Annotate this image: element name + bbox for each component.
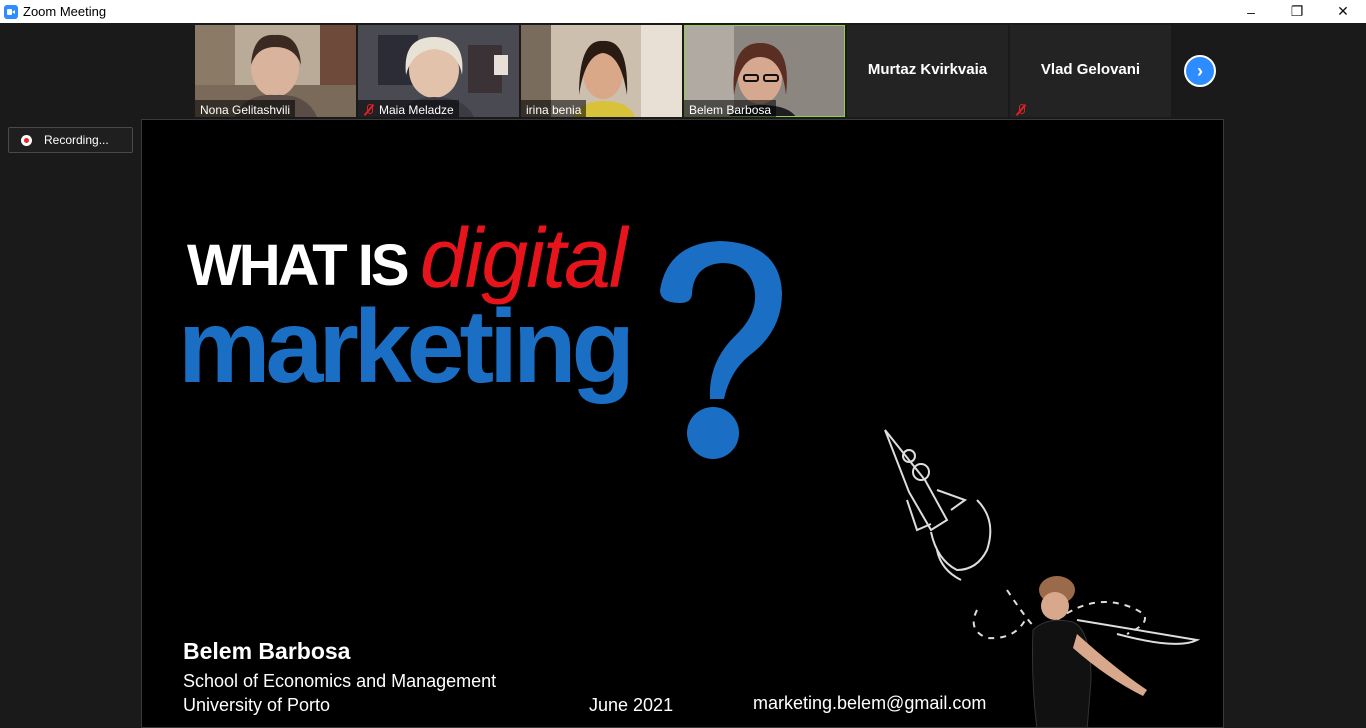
presenter-school: School of Economics and Management <box>183 671 497 691</box>
participant-tile[interactable]: Maia Meladze <box>358 25 519 117</box>
presenter-university: University of Porto <box>183 695 331 715</box>
presenter-name: Belem Barbosa <box>183 638 351 664</box>
slide-headline-marketing: marketing <box>178 289 635 405</box>
participant-name-label: Nona Gelitashvili <box>195 100 296 117</box>
participant-name: Vlad Gelovani <box>1040 61 1141 78</box>
microphone-muted-icon <box>363 103 375 116</box>
microphone-muted-icon <box>1015 103 1027 116</box>
recording-indicator[interactable]: Recording... <box>8 127 133 153</box>
rocket-and-girl-illustration <box>884 429 1201 727</box>
participant-name: Maia Meladze <box>379 102 454 117</box>
participant-tile[interactable]: Murtaz Kvirkvaia <box>847 25 1008 117</box>
presenter-email: marketing.belem@gmail.com <box>753 693 987 713</box>
close-button[interactable]: ✕ <box>1320 0 1366 23</box>
zoom-app-icon <box>4 4 18 19</box>
participant-tile[interactable]: irina benia <box>521 25 682 117</box>
participant-status <box>1010 100 1032 117</box>
window-title: Zoom Meeting <box>23 4 107 19</box>
next-page-button[interactable]: › <box>1184 55 1216 87</box>
presentation-date: June 2021 <box>589 695 674 715</box>
participant-name-label: Belem Barbosa <box>684 100 777 117</box>
minimize-button[interactable]: – <box>1228 0 1274 23</box>
participant-name-label: irina benia <box>521 100 587 117</box>
participant-name: Belem Barbosa <box>689 102 772 117</box>
participant-tile-active-speaker[interactable]: Belem Barbosa <box>684 25 845 117</box>
participant-name: irina benia <box>526 102 582 117</box>
participant-name: Nona Gelitashvili <box>200 102 291 117</box>
participant-tile[interactable]: Vlad Gelovani <box>1010 25 1171 117</box>
recording-label: Recording... <box>44 133 109 147</box>
participant-tile[interactable]: Nona Gelitashvili <box>195 25 356 117</box>
participant-gallery: Nona Gelitashvili Maia Meladze irina ben… <box>0 23 1366 119</box>
record-icon <box>21 134 32 146</box>
question-mark-graphic <box>660 241 782 459</box>
shared-screen-slide: WHAT IS digital marketing Belem Barbosa … <box>141 119 1224 728</box>
restore-button[interactable]: ❐ <box>1274 0 1320 23</box>
participant-name-label: Maia Meladze <box>358 100 459 117</box>
chevron-right-icon: › <box>1197 60 1203 81</box>
window-titlebar: Zoom Meeting – ❐ ✕ <box>0 0 1366 23</box>
participant-name: Murtaz Kvirkvaia <box>867 61 988 78</box>
